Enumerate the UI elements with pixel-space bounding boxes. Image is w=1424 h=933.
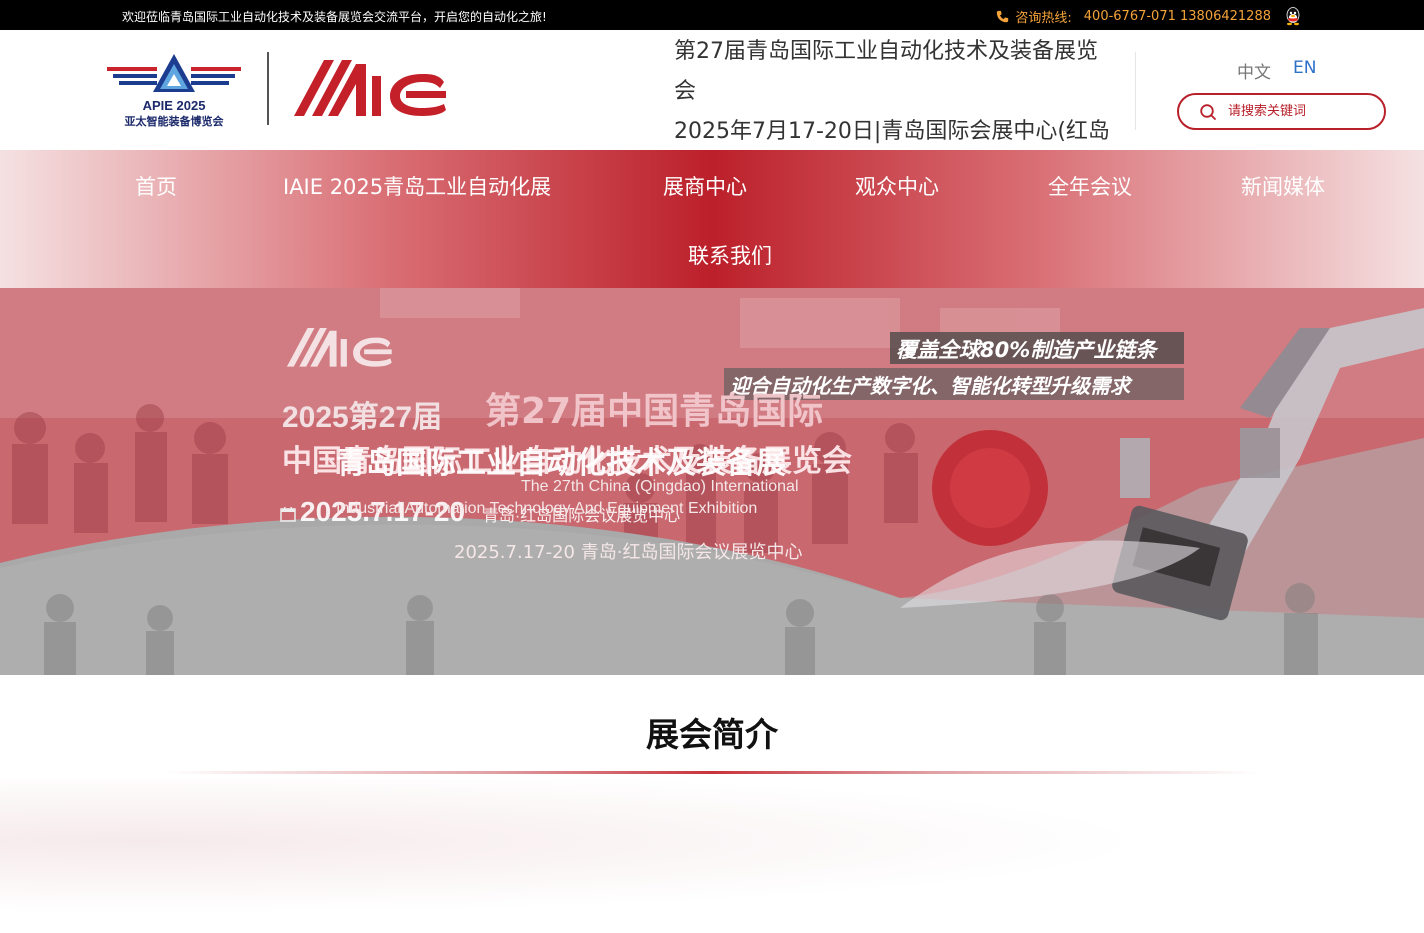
lang-en-link[interactable]: EN xyxy=(1293,58,1316,83)
banner-en-title-1: The 27th China (Qingdao) International xyxy=(521,478,799,495)
nav-item-home[interactable]: 首页 xyxy=(135,171,177,201)
nav-item-iaie-2025[interactable]: IAIE 2025青岛工业自动化展 xyxy=(283,171,551,201)
header-divider xyxy=(1135,52,1136,130)
qq-icon[interactable] xyxy=(1283,6,1303,26)
search-box[interactable] xyxy=(1177,93,1386,130)
hotline-label: 咨询热线: xyxy=(1015,10,1072,26)
welcome-text: 欢迎莅临青岛国际工业自动化技术及装备展览会交流平台，开启您的自动化之旅! xyxy=(122,10,547,24)
banner-date-2: 2025.7.17-20 青岛·红岛国际会议展览中心 xyxy=(454,542,803,563)
main-nav: 首页 IAIE 2025青岛工业自动化展 展商中心 观众中心 全年会议 新闻媒体… xyxy=(0,150,1424,288)
section-title-expo-intro: 展会简介 xyxy=(646,715,778,754)
iaie-logo[interactable] xyxy=(294,60,448,118)
hotline: 咨询热线: 400-6767-071 13806421288 xyxy=(996,6,1303,26)
banner-slogan-1: 覆盖全球80%制造产业链条 xyxy=(896,338,1157,362)
top-bar: 欢迎莅临青岛国际工业自动化技术及装备展览会交流平台，开启您的自动化之旅! 咨询热… xyxy=(0,0,1424,30)
banner-cn-title-3: 青岛国际工业自动化技术及装备展 xyxy=(336,446,786,481)
lang-zh-link[interactable]: 中文 xyxy=(1237,58,1271,83)
nav-item-news-media[interactable]: 新闻媒体 xyxy=(1241,171,1325,201)
banner-year-edition: 2025第27届 xyxy=(282,401,443,434)
banner-en-title-2: Industrial Automation Technology And Equ… xyxy=(336,500,758,517)
hotline-numbers[interactable]: 400-6767-071 13806421288 xyxy=(1084,9,1271,24)
section-title-underline xyxy=(165,771,1259,774)
hero-banner[interactable]: 覆盖全球80%制造产业链条 迎合自动化生产数字化、智能化转型升级需求 2025第… xyxy=(0,288,1424,675)
banner-cn-title-1: 第27届中国青岛国际 xyxy=(485,391,824,432)
nav-item-visitor-center[interactable]: 观众中心 xyxy=(855,171,939,201)
nav-item-contact-us[interactable]: 联系我们 xyxy=(688,240,772,270)
calendar-icon xyxy=(280,506,296,522)
nav-item-annual-conferences[interactable]: 全年会议 xyxy=(1048,171,1132,201)
language-switcher: 中文 EN xyxy=(1237,58,1316,83)
logo-divider xyxy=(267,52,269,125)
apie-logo-title: APIE 2025 xyxy=(142,98,206,113)
apie-logo-subtitle: 亚太智能装备博览会 xyxy=(124,115,224,128)
section-background-fade xyxy=(0,780,1424,933)
nav-item-exhibitor-center[interactable]: 展商中心 xyxy=(663,171,747,201)
banner-iaie-logo xyxy=(286,328,392,367)
apie-wing-emblem xyxy=(107,54,241,92)
search-icon[interactable] xyxy=(1199,103,1217,121)
site-header: APIE 2025 亚太智能装备博览会 第27届青岛国际工业自动化技术及装备展览… xyxy=(0,30,1424,184)
search-input[interactable] xyxy=(1226,103,1380,120)
apie-logo[interactable]: APIE 2025 亚太智能装备博览会 xyxy=(105,52,243,128)
phone-icon xyxy=(997,10,1009,22)
expo-name: 第27届青岛国际工业自动化技术及装备展览会 xyxy=(674,39,1098,104)
